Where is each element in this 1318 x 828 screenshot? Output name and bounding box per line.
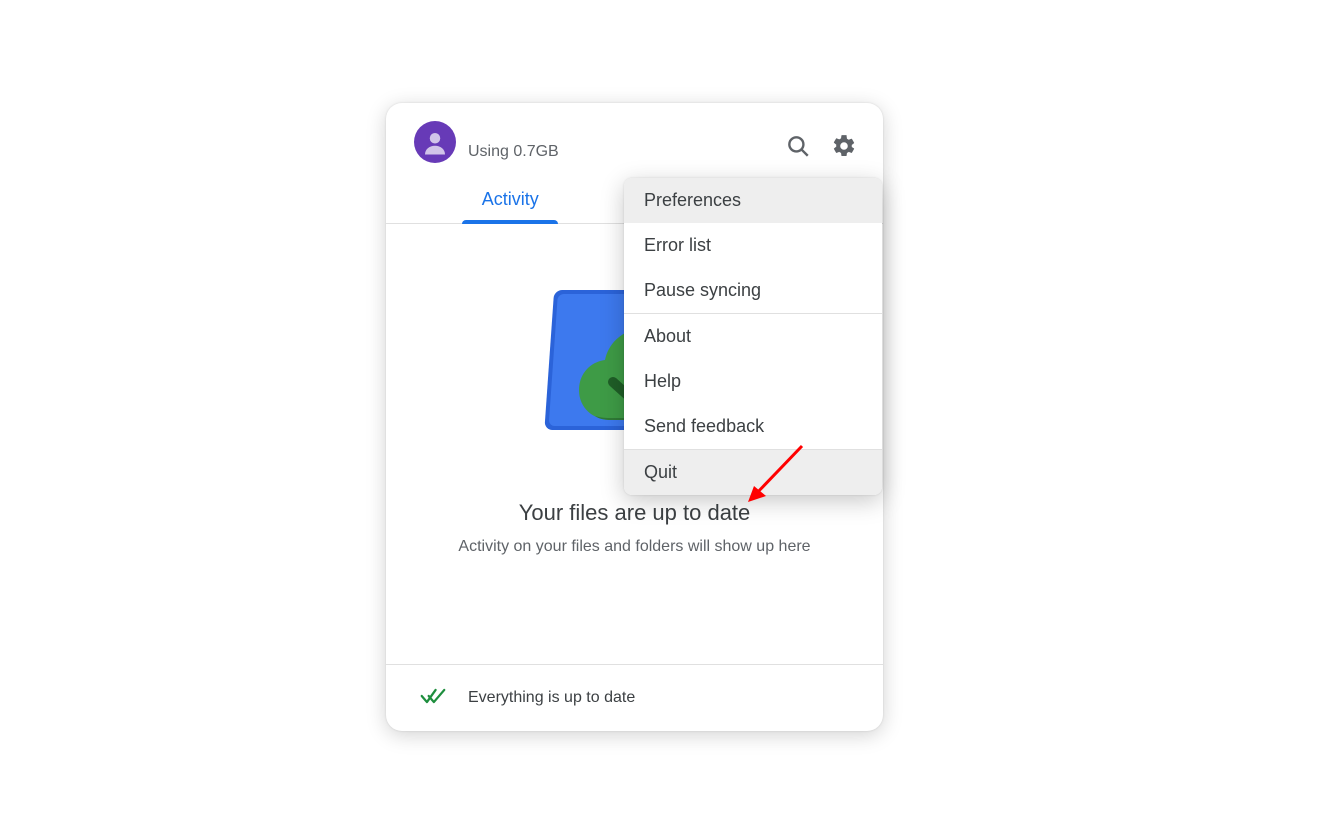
menu-about-label: About: [644, 326, 691, 346]
search-icon: [785, 133, 811, 159]
menu-about[interactable]: About: [624, 314, 882, 359]
menu-preferences[interactable]: Preferences: [624, 178, 882, 223]
menu-quit[interactable]: Quit: [624, 450, 882, 495]
menu-send-feedback[interactable]: Send feedback: [624, 404, 882, 449]
menu-error-list-label: Error list: [644, 235, 711, 255]
double-check-icon: [420, 685, 446, 712]
menu-preferences-label: Preferences: [644, 190, 741, 210]
footer-status-text: Everything is up to date: [468, 689, 635, 707]
menu-help-label: Help: [644, 371, 681, 391]
settings-button[interactable]: [829, 131, 859, 161]
menu-help[interactable]: Help: [624, 359, 882, 404]
gear-icon: [831, 133, 857, 159]
menu-error-list[interactable]: Error list: [624, 223, 882, 268]
tab-activity-label: Activity: [482, 189, 539, 209]
status-subtitle: Activity on your files and folders will …: [386, 538, 883, 556]
search-button[interactable]: [783, 131, 813, 161]
panel-header: Using 0.7GB: [386, 103, 883, 175]
account-avatar[interactable]: [414, 121, 456, 163]
settings-menu: Preferences Error list Pause syncing Abo…: [624, 178, 882, 495]
menu-quit-label: Quit: [644, 462, 677, 482]
panel-footer: Everything is up to date: [386, 664, 883, 731]
person-icon: [420, 127, 450, 157]
menu-pause-syncing[interactable]: Pause syncing: [624, 268, 882, 313]
menu-send-feedback-label: Send feedback: [644, 416, 764, 436]
tab-activity[interactable]: Activity: [386, 175, 635, 223]
status-title: Your files are up to date: [386, 500, 883, 526]
menu-pause-syncing-label: Pause syncing: [644, 280, 761, 300]
storage-usage-text: Using 0.7GB: [468, 143, 559, 161]
